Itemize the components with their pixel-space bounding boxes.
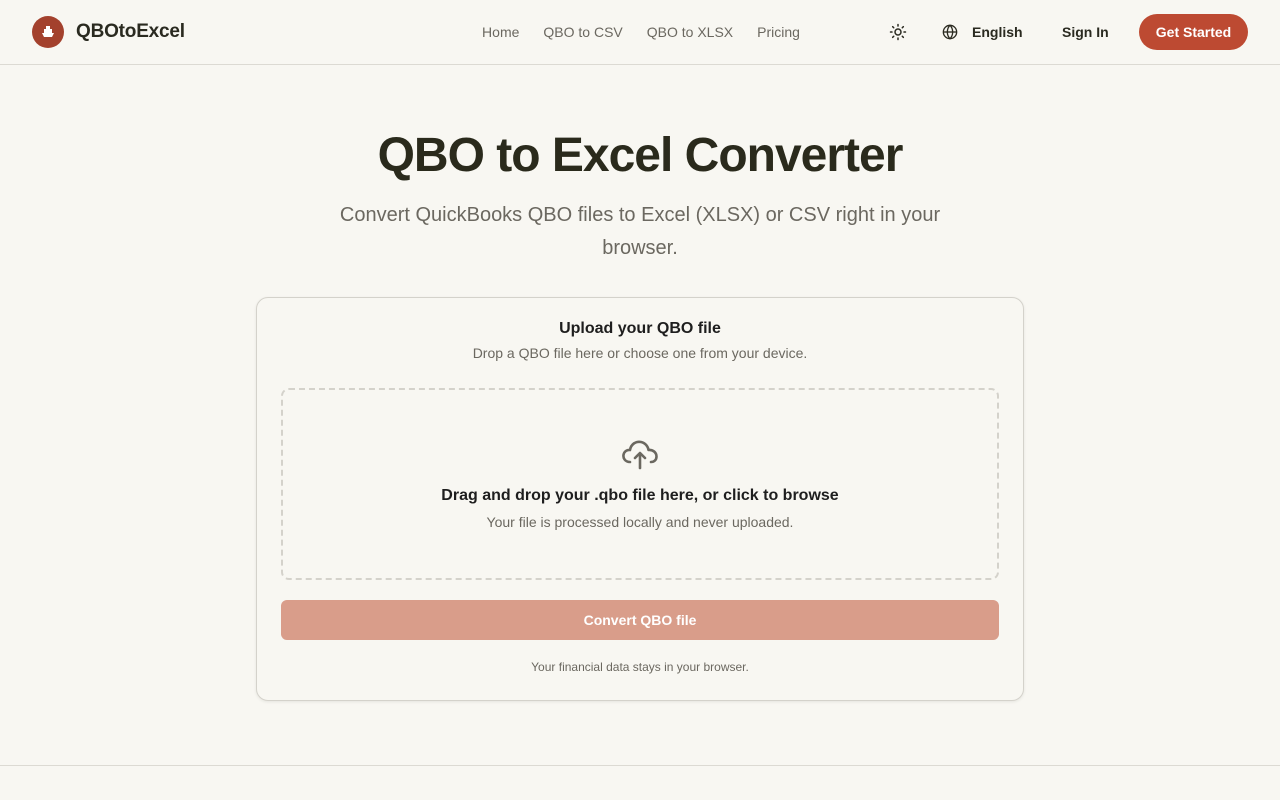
- convert-button[interactable]: Convert QBO file: [281, 600, 999, 640]
- site-header: QBOtoExcel Home QBO to CSV QBO to XLSX P…: [0, 0, 1280, 65]
- upload-card-title: Upload your QBO file: [559, 320, 721, 337]
- nav-item-qbo-to-xlsx[interactable]: QBO to XLSX: [647, 24, 733, 40]
- footer-divider: [0, 765, 1280, 766]
- dropzone-title: Drag and drop your .qbo file here, or cl…: [441, 487, 839, 504]
- theme-toggle-button[interactable]: [882, 16, 914, 48]
- nav-item-qbo-to-csv[interactable]: QBO to CSV: [543, 24, 622, 40]
- globe-icon: [942, 24, 958, 40]
- sun-icon: [889, 23, 907, 41]
- cloud-upload-icon: [622, 440, 658, 470]
- page-title: QBO to Excel Converter: [377, 129, 904, 182]
- language-selector[interactable]: English: [934, 16, 1031, 48]
- language-label: English: [972, 24, 1023, 40]
- page-subtitle: Convert QuickBooks QBO files to Excel (X…: [339, 204, 941, 259]
- upload-card-description: Drop a QBO file here or choose one from …: [472, 345, 808, 361]
- nav-item-home[interactable]: Home: [482, 24, 519, 40]
- dropzone-subtitle: Your file is processed locally and never…: [486, 514, 794, 530]
- privacy-note: Your financial data stays in your browse…: [531, 660, 749, 674]
- get-started-button[interactable]: Get Started: [1139, 14, 1248, 50]
- nav-item-pricing[interactable]: Pricing: [757, 24, 800, 40]
- sign-in-button[interactable]: Sign In: [1050, 14, 1121, 50]
- ship-icon: [32, 16, 64, 48]
- upload-card: Upload your QBO file Drop a QBO file her…: [256, 297, 1024, 701]
- logo-link[interactable]: QBOtoExcel: [32, 16, 185, 48]
- brand-name: QBOtoExcel: [76, 21, 185, 42]
- file-dropzone[interactable]: Drag and drop your .qbo file here, or cl…: [281, 388, 999, 580]
